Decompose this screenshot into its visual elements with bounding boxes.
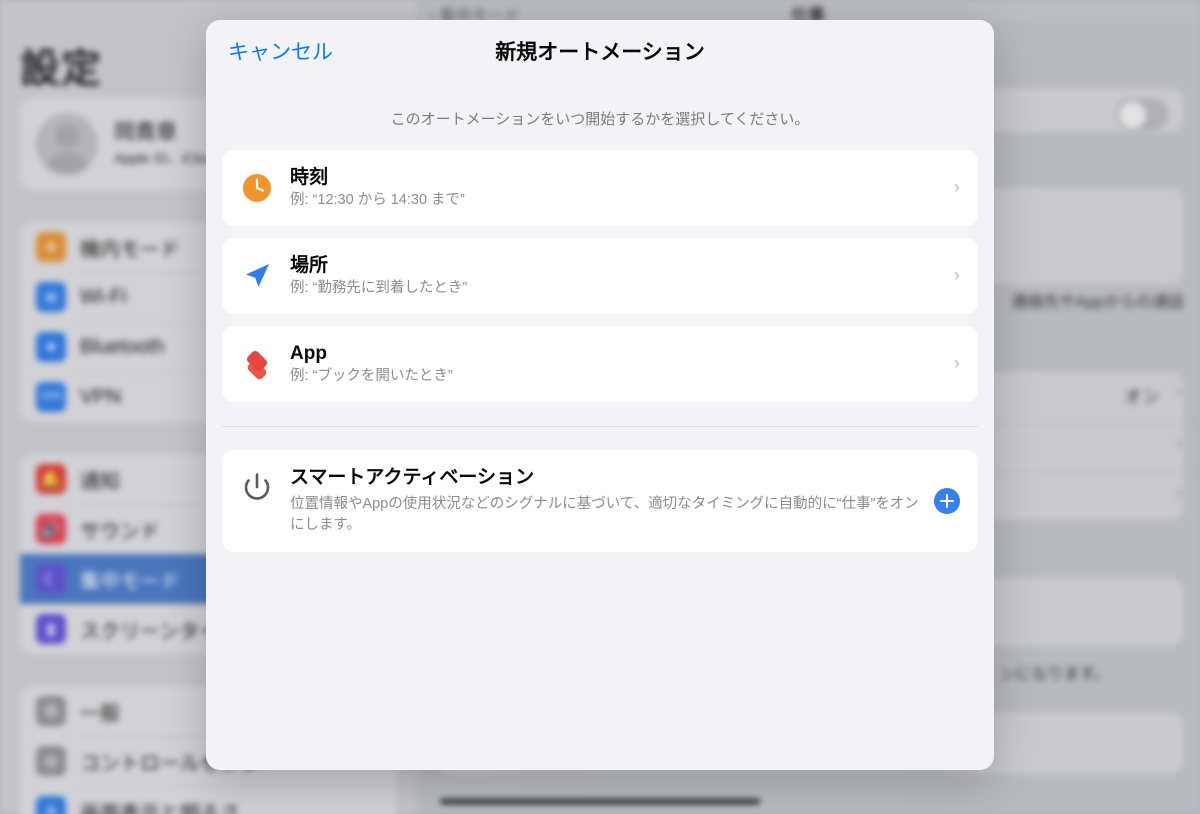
ipad-settings-screen: 設定 岡貴章 Apple ID、iCloud ✈ 機内モード ≋ Wi-Fi ✦ Blue…	[0, 0, 1200, 814]
clock-icon	[238, 169, 276, 207]
trigger-option-subtitle: 例: “ブックを開いたとき”	[290, 368, 453, 385]
smart-activation-title: スマートアクティベーション	[290, 467, 534, 488]
plus-circle-icon[interactable]	[934, 488, 960, 514]
trigger-option-text: 場所例: “勤務先に到着したとき”	[290, 254, 954, 299]
power-icon	[238, 468, 276, 506]
chevron-right-icon: ›	[953, 353, 960, 374]
trigger-option-card: 時刻 例: “12:30 から 14:30 まで” ›	[222, 150, 978, 226]
trigger-option-title: App	[290, 342, 327, 364]
trigger-option-card: App 例: “ブックを開いたとき” ›	[222, 326, 978, 402]
smart-activation-subtitle: 位置情報やAppの使用状況などのシグナルに基づいて、適切なタイミングに自動的に“…	[290, 495, 919, 533]
smart-activation-text: スマートアクティベーション 位置情報やAppの使用状況などのシグナルに基づいて、…	[290, 466, 934, 536]
sheet-nav-bar: キャンセル 新規オートメーション	[206, 20, 994, 78]
trigger-option-title: 場所	[290, 254, 329, 276]
sheet-description: このオートメーションをいつ開始するかを選択してください。	[390, 111, 810, 128]
trigger-option-card: 場所 例: “勤務先に到着したとき” ›	[222, 238, 978, 314]
sheet-title: 新規オートメーション	[495, 41, 705, 64]
smart-activation-card: スマートアクティベーション 位置情報やAppの使用状況などのシグナルに基づいて、…	[222, 426, 978, 552]
trigger-options-list: 時刻 例: “12:30 から 14:30 まで” › 場所 例: “勤務先に到着したと…	[206, 150, 994, 402]
divider	[222, 426, 978, 427]
trigger-option-2[interactable]: 場所 例: “勤務先に到着したとき” ›	[222, 238, 978, 314]
trigger-option-title: 時刻	[290, 166, 329, 188]
trigger-option-3[interactable]: App 例: “ブックを開いたとき” ›	[222, 326, 978, 402]
location-arrow-icon	[238, 257, 276, 295]
trigger-option-text: 時刻例: “12:30 から 14:30 まで”	[290, 166, 954, 211]
trigger-option-text: App 例: “ブックを開いたとき”	[290, 342, 954, 387]
trigger-option-1[interactable]: 時刻 例: “12:30 から 14:30 まで” ›	[222, 150, 978, 226]
chevron-right-icon: ›	[953, 177, 960, 198]
trigger-option-subtitle: 例: “12:30 から 14:30 まで”	[290, 192, 465, 209]
trigger-option-subtitle: 例: “勤務先に到着したとき”	[290, 280, 468, 297]
app-layers-icon	[238, 345, 276, 383]
new-automation-sheet: キャンセル 新規オートメーション このオートメーションをいつ開始するかを選択して…	[206, 20, 994, 770]
chevron-right-icon: ›	[953, 265, 960, 286]
smart-activation-row[interactable]: スマートアクティベーション 位置情報やAppの使用状況などのシグナルに基づいて、…	[222, 450, 978, 552]
